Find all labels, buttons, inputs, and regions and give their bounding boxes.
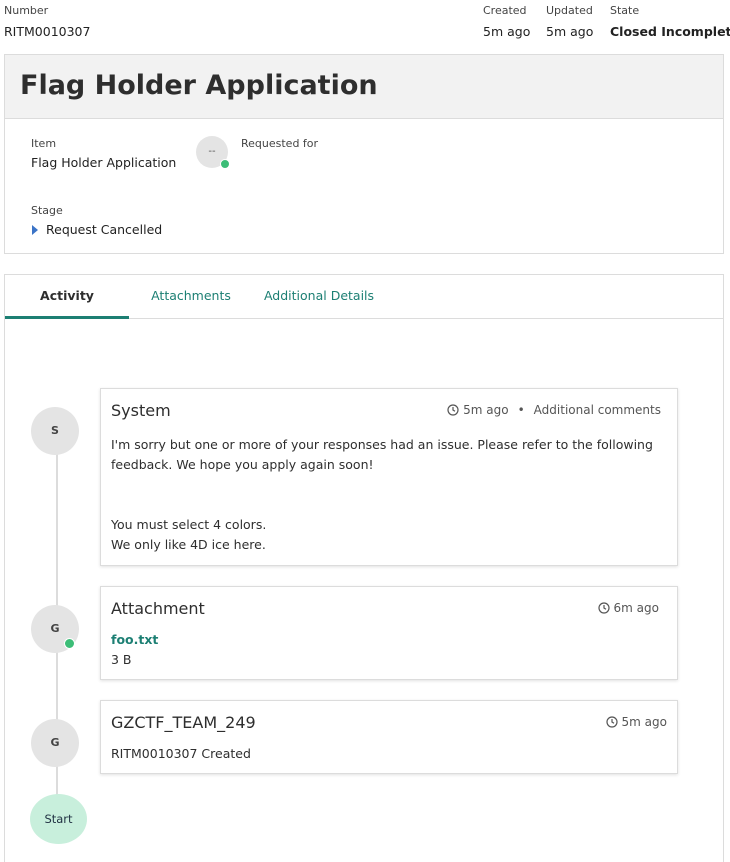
item-value: Flag Holder Application — [31, 155, 177, 170]
clock-icon — [447, 404, 459, 416]
avatar[interactable]: S — [31, 407, 79, 455]
attachment-link[interactable]: foo.txt — [111, 630, 158, 650]
entry-meta: 5m ago — [605, 715, 667, 729]
tab-bar: Activity Attachments Additional Details — [5, 275, 723, 319]
stage-label: Stage — [31, 204, 63, 217]
number-field: Number RITM0010307 — [4, 4, 90, 41]
comment-line: You must select 4 colors. — [111, 517, 267, 532]
created-value: 5m ago — [483, 24, 531, 39]
updated-value: 5m ago — [546, 24, 594, 39]
state-field: State Closed Incomplete — [610, 4, 730, 41]
comment-line: feedback. We hope you apply again soon! — [111, 457, 374, 472]
entry-meta: 5m ago • Additional comments — [447, 403, 661, 417]
timeline-start-marker: Start — [30, 794, 87, 844]
activity-entry: GZCTF_TEAM_249 5m ago RITM0010307 Create… — [100, 700, 678, 774]
created-label: Created — [483, 4, 527, 17]
entry-time: 5m ago — [621, 715, 667, 729]
attachment-size: 3 B — [111, 652, 132, 667]
updated-label: Updated — [546, 4, 593, 17]
entry-type: Additional comments — [533, 403, 661, 417]
item-field: Item Flag Holder Application — [31, 137, 176, 172]
created-field: Created 5m ago — [483, 4, 530, 41]
separator-dot: • — [517, 403, 525, 417]
item-label: Item — [31, 137, 57, 150]
entry-body: foo.txt 3 B — [111, 630, 158, 670]
title-bar: Flag Holder Application — [5, 55, 723, 119]
comment-line: I'm sorry but one or more of your respon… — [111, 437, 653, 452]
entry-body: I'm sorry but one or more of your respon… — [111, 435, 653, 555]
caret-right-icon — [32, 224, 38, 235]
comment-line: We only like 4D ice here. — [111, 537, 266, 552]
stage-toggle[interactable]: Request Cancelled — [26, 222, 162, 237]
requested-for-label: Requested for — [241, 137, 319, 150]
entry-meta: 6m ago — [597, 601, 659, 615]
entry-author: Attachment — [111, 599, 205, 618]
tab-additional-details[interactable]: Additional Details — [259, 275, 379, 319]
entry-time: 6m ago — [613, 601, 659, 615]
number-label: Number — [4, 4, 49, 17]
record-header: Number RITM0010307 Created 5m ago Update… — [0, 0, 730, 48]
stage-value: Request Cancelled — [46, 222, 163, 237]
clock-icon — [597, 602, 610, 614]
state-label: State — [610, 4, 640, 17]
online-status-icon — [64, 638, 75, 649]
requested-for-field: Requested for — [241, 137, 318, 151]
clock-icon — [605, 716, 618, 728]
avatar[interactable]: G — [31, 719, 79, 767]
entry-author: GZCTF_TEAM_249 — [111, 713, 256, 732]
activity-entry: Attachment 6m ago foo.txt 3 B — [100, 586, 678, 680]
tab-attachments[interactable]: Attachments — [143, 275, 239, 319]
page-title: Flag Holder Application — [20, 70, 378, 101]
entry-author: System — [111, 401, 171, 420]
activity-entry: System 5m ago • Additional comments I'm … — [100, 388, 678, 566]
online-status-icon — [220, 159, 230, 169]
tab-activity[interactable]: Activity — [5, 275, 129, 319]
stage-field: Stage — [31, 204, 63, 218]
state-value: Closed Incomplete — [610, 24, 730, 39]
entry-time: 5m ago — [463, 403, 509, 417]
updated-field: Updated 5m ago — [546, 4, 593, 41]
number-value: RITM0010307 — [4, 24, 91, 39]
entry-text: RITM0010307 Created — [111, 746, 251, 761]
entry-body: RITM0010307 Created — [111, 744, 251, 764]
